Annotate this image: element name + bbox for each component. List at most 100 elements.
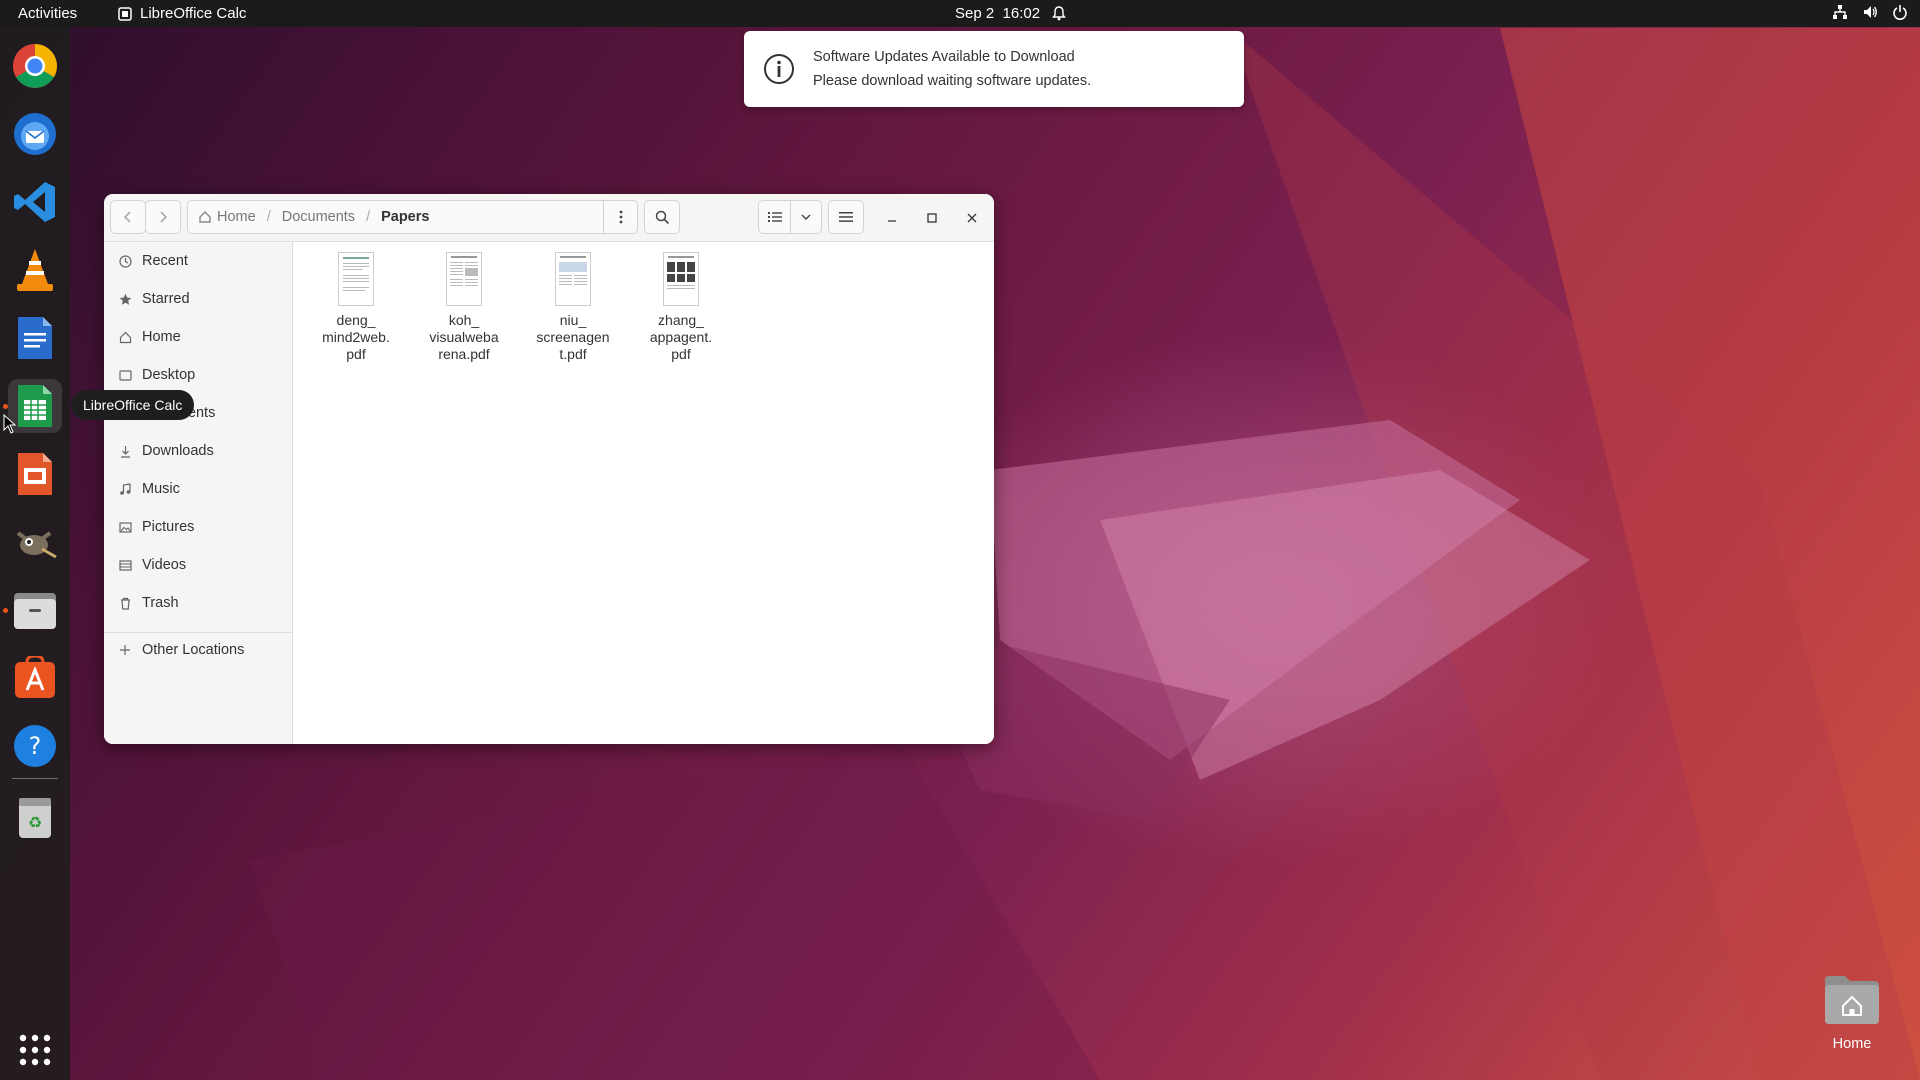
dock-writer[interactable] bbox=[8, 311, 62, 365]
vertical-dots-icon bbox=[619, 210, 622, 224]
file-item[interactable]: niu_ screenagen t.pdf bbox=[523, 252, 623, 363]
sidebar-item-music[interactable]: Music bbox=[104, 474, 292, 504]
notification-text: Software Updates Available to Download P… bbox=[813, 45, 1091, 93]
dock-thunderbird[interactable] bbox=[8, 107, 62, 161]
home-folder-icon bbox=[1825, 976, 1879, 1024]
pictures-icon bbox=[117, 521, 133, 534]
desktop-home-shortcut[interactable]: Home bbox=[1817, 974, 1887, 1052]
crumb-papers[interactable]: Papers bbox=[381, 209, 429, 225]
sidebar-item-label: Other Locations bbox=[142, 642, 245, 658]
activities-button[interactable]: Activities bbox=[18, 5, 77, 22]
vscode-icon bbox=[14, 182, 55, 222]
volume-icon bbox=[1864, 6, 1877, 18]
plus-icon bbox=[117, 644, 133, 656]
view-toggle[interactable] bbox=[758, 200, 822, 234]
header-bar: Home / Documents / Papers bbox=[104, 194, 994, 242]
pdf-thumbnail bbox=[555, 252, 591, 306]
download-icon bbox=[117, 445, 133, 458]
sidebar-item-videos[interactable]: Videos bbox=[104, 550, 292, 580]
trash-icon: ♻ bbox=[19, 798, 51, 838]
notification-body: Please download waiting software updates… bbox=[813, 73, 1092, 89]
sidebar-item-starred[interactable]: Starred bbox=[104, 284, 292, 314]
back-button[interactable] bbox=[110, 200, 146, 234]
view-options-chevron-icon[interactable] bbox=[791, 214, 821, 221]
thunderbird-icon bbox=[14, 113, 56, 155]
show-apps-button[interactable] bbox=[8, 1023, 62, 1077]
main-menu-button[interactable] bbox=[828, 200, 864, 234]
chevron-left-icon bbox=[123, 211, 131, 223]
dock-impress[interactable] bbox=[8, 447, 62, 501]
top-bar: Activities LibreOffice Calc Sep 2 16:02 bbox=[0, 0, 1920, 27]
dock-vlc[interactable] bbox=[8, 243, 62, 297]
pdf-thumbnail bbox=[663, 252, 699, 306]
file-item[interactable]: koh_ visualweba rena.pdf bbox=[414, 252, 514, 363]
path-separator: / bbox=[366, 209, 371, 225]
gimp-icon bbox=[16, 531, 57, 559]
sidebar-item-trash[interactable]: Trash bbox=[104, 588, 292, 618]
mouse-cursor-icon bbox=[3, 414, 17, 434]
crumb-documents[interactable]: Documents bbox=[282, 209, 355, 225]
dock-gimp[interactable] bbox=[8, 515, 62, 569]
dock-separator bbox=[12, 778, 58, 779]
calc-icon bbox=[18, 385, 52, 427]
desktop-icon bbox=[117, 369, 133, 382]
network-icon bbox=[1833, 5, 1847, 19]
dock-help[interactable]: ? bbox=[8, 719, 62, 773]
maximize-button[interactable] bbox=[920, 206, 944, 230]
dock-software[interactable] bbox=[8, 651, 62, 705]
file-name: zhang_ appagent. pdf bbox=[649, 312, 713, 362]
bell-icon bbox=[1052, 6, 1066, 21]
sidebar-item-label: Music bbox=[142, 481, 180, 497]
system-tray[interactable] bbox=[1832, 4, 1908, 20]
dock-trash[interactable]: ♻ bbox=[8, 790, 62, 844]
file-name: koh_ visualweba rena.pdf bbox=[429, 312, 499, 362]
sidebar-item-downloads[interactable]: Downloads bbox=[104, 436, 292, 466]
sidebar-item-other-locations[interactable]: Other Locations bbox=[104, 635, 292, 665]
svg-text:?: ? bbox=[29, 732, 42, 760]
path-separator: / bbox=[266, 209, 271, 225]
app-grid-icon bbox=[19, 1034, 51, 1066]
forward-button[interactable] bbox=[145, 200, 181, 234]
path-menu-button[interactable] bbox=[604, 201, 637, 233]
sidebar-item-label: Pictures bbox=[142, 519, 195, 535]
hamburger-icon bbox=[839, 212, 853, 222]
files-icon bbox=[14, 593, 56, 629]
help-icon: ? bbox=[14, 725, 56, 767]
software-icon bbox=[15, 656, 55, 698]
dock-tooltip: LibreOffice Calc bbox=[71, 390, 195, 420]
places-sidebar: Recent Starred Home Desktop Documents Do… bbox=[104, 242, 293, 744]
file-name: deng_ mind2web. pdf bbox=[322, 312, 390, 362]
update-notification[interactable]: Software Updates Available to Download P… bbox=[744, 31, 1244, 107]
clock[interactable]: Sep 2 16:02 bbox=[955, 5, 1066, 22]
notification-title: Software Updates Available to Download bbox=[813, 49, 1075, 65]
sidebar-item-recent[interactable]: Recent bbox=[104, 246, 292, 276]
sidebar-item-pictures[interactable]: Pictures bbox=[104, 512, 292, 542]
clock-date: Sep 2 bbox=[955, 5, 995, 22]
clock-time: 16:02 bbox=[1002, 5, 1041, 22]
sidebar-item-home[interactable]: Home bbox=[104, 322, 292, 352]
crumb-home[interactable]: Home bbox=[198, 209, 256, 225]
app-menu[interactable]: LibreOffice Calc bbox=[118, 5, 246, 22]
sidebar-item-label: Home bbox=[142, 329, 181, 345]
minimize-button[interactable] bbox=[880, 206, 904, 230]
list-view-icon[interactable] bbox=[759, 211, 790, 223]
dock: ? ♻ bbox=[0, 27, 70, 1080]
dock-vscode[interactable] bbox=[8, 175, 62, 229]
sidebar-item-desktop[interactable]: Desktop bbox=[104, 360, 292, 390]
crumb-home-label: Home bbox=[217, 209, 256, 225]
svg-text:♻: ♻ bbox=[28, 813, 42, 832]
power-icon bbox=[1893, 5, 1907, 20]
dock-files[interactable] bbox=[8, 583, 62, 637]
path-bar: Home / Documents / Papers bbox=[187, 200, 638, 234]
close-icon bbox=[967, 213, 977, 223]
dock-chrome[interactable] bbox=[8, 39, 62, 93]
search-button[interactable] bbox=[644, 200, 680, 234]
info-icon bbox=[764, 54, 794, 84]
sidebar-item-label: Starred bbox=[142, 291, 190, 307]
search-icon bbox=[655, 210, 669, 224]
close-button[interactable] bbox=[960, 206, 984, 230]
sidebar-item-label: Trash bbox=[142, 595, 179, 611]
file-grid: deng_ mind2web. pdf koh_ visualweba rena.pdf… bbox=[293, 242, 994, 744]
file-item[interactable]: deng_ mind2web. pdf bbox=[306, 252, 406, 363]
file-item[interactable]: zhang_ appagent. pdf bbox=[631, 252, 731, 363]
